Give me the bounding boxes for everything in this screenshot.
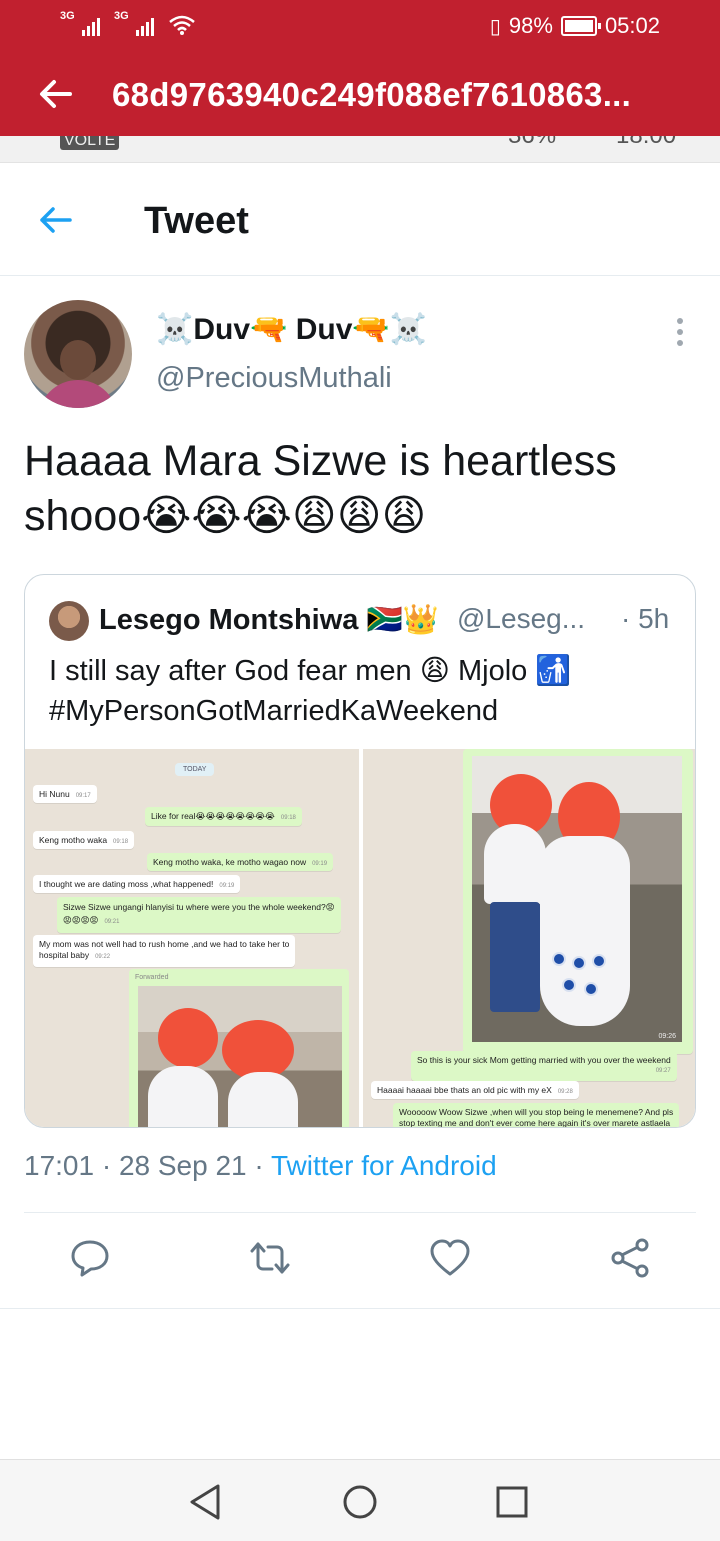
vibrate-icon: ▯ [489, 15, 501, 38]
chat-message: Like for real😭😭😭😭😭😭😭😭 09:18 [145, 807, 302, 826]
system-nav-bar [0, 1459, 720, 1541]
page-title: Tweet [144, 200, 249, 242]
signal-icon-2: 3G [114, 10, 154, 36]
volte-label: VOLTE [60, 136, 120, 150]
nav-home-icon[interactable] [338, 1480, 382, 1524]
app-bar: 3G 3G ▯ 98% 05:02 68d9763940c249f088ef76… [0, 0, 720, 136]
tweet-timestamp: 17:01 · 28 Sep 21 · [24, 1150, 271, 1181]
quoted-time: · 5h [621, 603, 670, 634]
signal-icon: 3G [60, 10, 100, 36]
chat-message: Hi Nunu 09:17 [33, 785, 97, 803]
chat-message: I thought we are dating moss ,what happe… [33, 875, 241, 893]
battery-percent: 98% [508, 13, 553, 38]
clock: 05:02 [604, 13, 660, 38]
more-options-icon[interactable] [674, 318, 686, 348]
wifi-icon [168, 14, 196, 36]
chat-message: Sizwe Sizwe ungangi hlanyisi tu where we… [57, 897, 341, 933]
tweet-header: Tweet [0, 164, 720, 276]
chat-message: Wooooow Woow Sizwe ,when will you stop b… [393, 1103, 680, 1127]
divider [24, 1212, 696, 1213]
photo-time: 09:26 [658, 1033, 676, 1040]
retweet-icon[interactable] [248, 1236, 292, 1280]
underlying-status-strip: VOLTE 36% 18:00 [0, 136, 720, 163]
share-icon[interactable] [608, 1236, 652, 1280]
chat-message: My mom was not well had to rush home ,an… [33, 935, 296, 967]
network-type-2: 3G [114, 10, 129, 22]
chat-message: So this is your sick Mom getting married… [411, 1051, 677, 1081]
back-arrow-icon[interactable] [36, 200, 76, 240]
status-bar: 3G 3G ▯ 98% 05:02 [0, 0, 720, 52]
quoted-text: I still say after God fear men 😩 Mjolo 🚮… [49, 651, 679, 731]
quoted-hashtag[interactable]: #MyPersonGotMarriedKaWeekend [49, 691, 679, 731]
quoted-tweet[interactable]: Lesego Montshiwa 🇿🇦👑 @Leseg... · 5h I st… [24, 574, 696, 1128]
tweet-text: Haaaa Mara Sizwe is heartless shooo😭😭😭😩😩… [24, 437, 617, 540]
today-label: TODAY [175, 763, 215, 776]
divider [0, 1308, 720, 1309]
avatar[interactable] [24, 300, 132, 408]
app-title: 68d9763940c249f088ef7610863... [112, 76, 632, 113]
forwarded-photo [135, 983, 345, 1127]
chat-message: Keng motho waka, ke motho wagao now 09:19 [147, 853, 334, 871]
network-type: 3G [60, 10, 75, 22]
chat-screenshot-2[interactable]: 09:26 So this is your sick Mom getting m… [363, 749, 695, 1127]
reply-icon[interactable] [68, 1236, 112, 1280]
underlying-time: 18:00 [616, 136, 676, 150]
underlying-battery: 36% [508, 136, 556, 150]
like-heart-icon[interactable] [428, 1236, 472, 1280]
chat-screenshot-1[interactable]: TODAY Hi Nunu 09:17 Like for real😭😭😭😭😭😭😭😭… [25, 749, 359, 1127]
chat-message: Keng motho waka 09:18 [33, 831, 135, 849]
quoted-author-handle: @Leseg... [457, 603, 586, 634]
back-arrow-icon[interactable] [36, 74, 76, 114]
quoted-text-line-1: I still say after God fear men 😩 Mjolo 🚮 [49, 655, 572, 687]
author-handle[interactable]: @PreciousMuthali [156, 362, 392, 395]
tweet-actions [0, 1226, 720, 1296]
nav-back-icon[interactable] [184, 1480, 228, 1524]
author-display-name[interactable]: ☠️Duv🔫 Duv🔫☠️ [156, 312, 427, 347]
quoted-avatar [49, 601, 89, 641]
quoted-media[interactable]: TODAY Hi Nunu 09:17 Like for real😭😭😭😭😭😭😭😭… [25, 749, 695, 1127]
tweet-meta: 17:01 · 28 Sep 21 · Twitter for Android [24, 1150, 497, 1182]
nav-recents-icon[interactable] [490, 1480, 534, 1524]
tweet-source[interactable]: Twitter for Android [271, 1150, 497, 1181]
quoted-author-name: Lesego Montshiwa 🇿🇦👑 [99, 604, 439, 636]
battery-icon [560, 16, 601, 36]
chat-message: Haaaai haaaai bbe thats an old pic with … [371, 1081, 579, 1099]
wedding-photo: 09:26 [469, 753, 685, 1045]
